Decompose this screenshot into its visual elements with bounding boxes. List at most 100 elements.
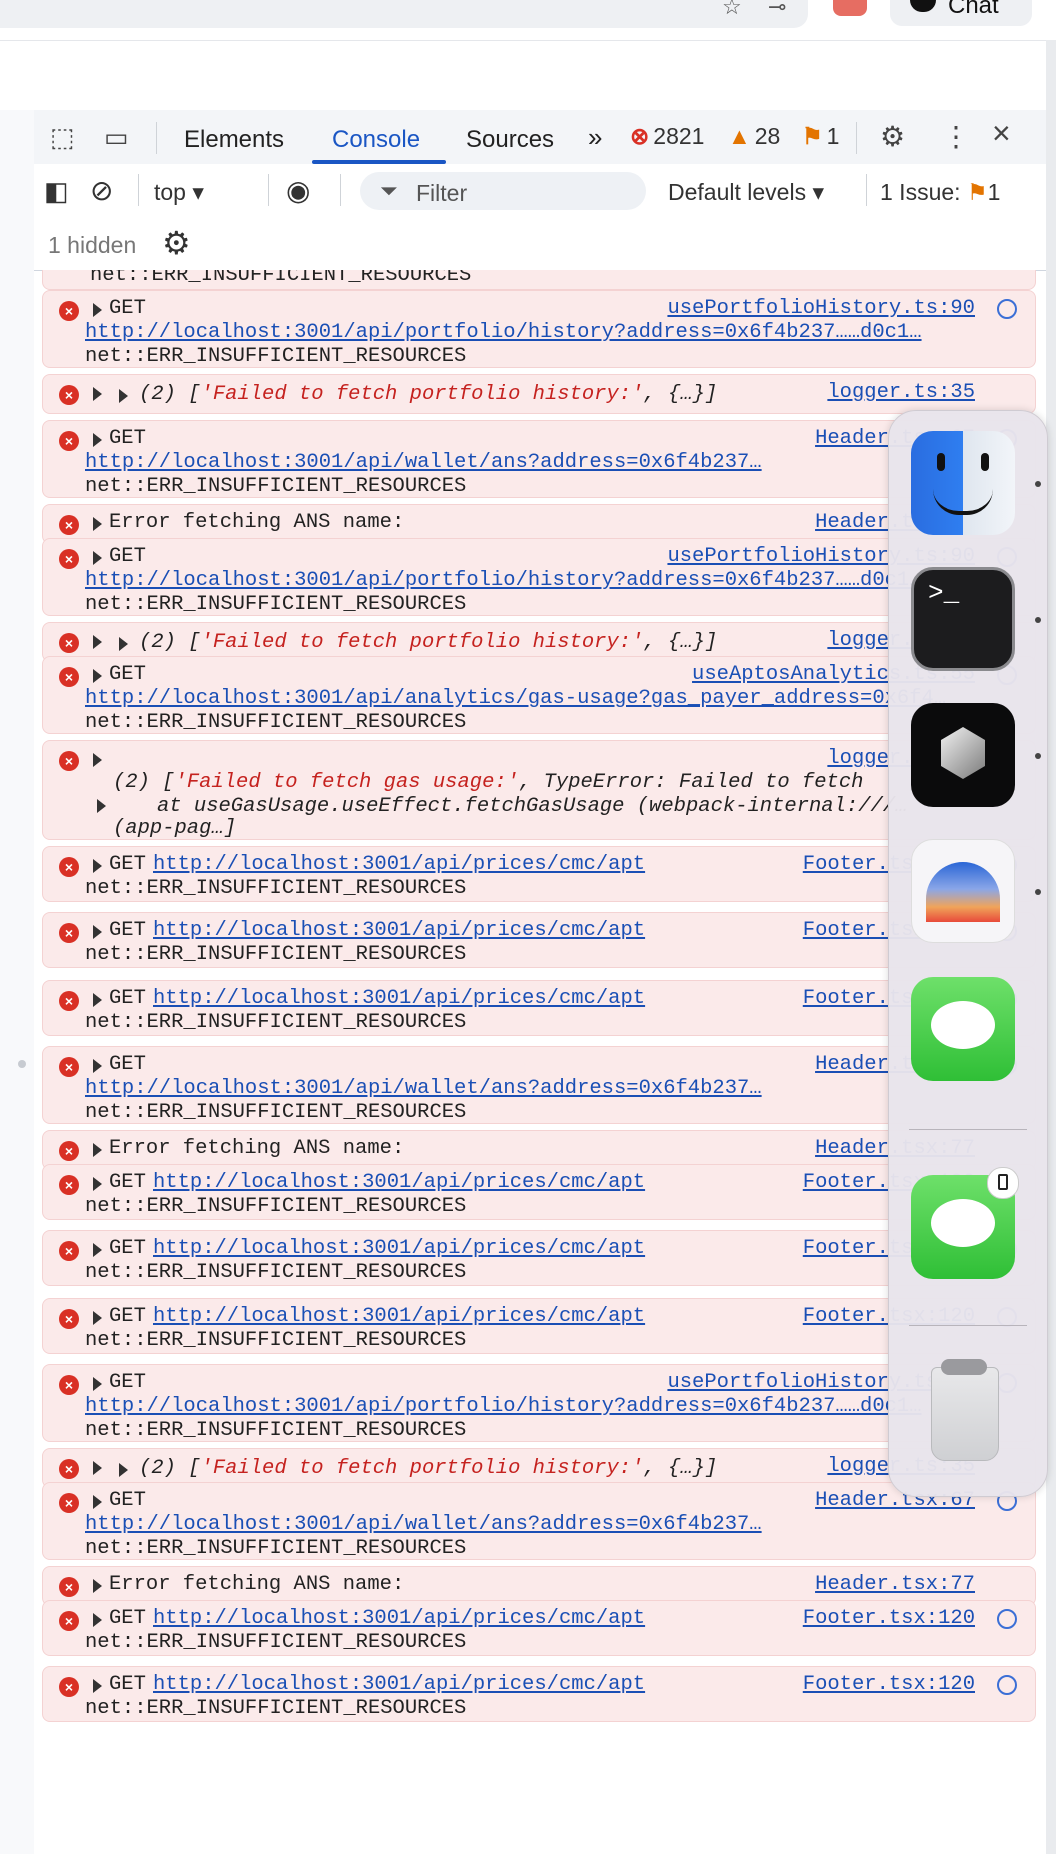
settings-gear-icon[interactable]: ⚙ (880, 123, 905, 151)
tune-icon[interactable]: ⊸ (768, 0, 786, 18)
request-url-link[interactable]: http://localhost:3001/api/prices/cmc/apt (153, 919, 645, 942)
request-url-link[interactable]: http://localhost:3001/api/prices/cmc/apt (153, 987, 645, 1010)
request-url-link[interactable]: http://localhost:3001/api/prices/cmc/apt (153, 1171, 645, 1194)
source-location-link[interactable]: usePortfolioHistory.ts:90 (667, 297, 975, 320)
request-url-link[interactable]: http://localhost:3001/api/prices/cmc/apt (153, 1237, 645, 1260)
entry-error-text: net::ERR_INSUFFICIENT_RESOURCES (85, 345, 467, 368)
error-x-icon: × (59, 385, 79, 405)
finder-icon[interactable] (911, 431, 1015, 535)
log-levels-dropdown[interactable]: Default levels ▾ (668, 179, 824, 206)
entry-message: GET (109, 1489, 146, 1512)
expand-stack-icon[interactable] (97, 798, 106, 813)
request-url-link[interactable]: http://localhost:3001/api/wallet/ans?add… (85, 1513, 762, 1536)
entry-message: GET (109, 1237, 146, 1260)
request-url-link[interactable]: http://localhost:3001/api/wallet/ans?add… (85, 451, 762, 474)
expand-arrow-icon[interactable] (93, 1310, 102, 1325)
source-location-link[interactable]: Footer.tsx:120 (803, 1673, 975, 1696)
source-location-link[interactable]: logger.ts:35 (827, 381, 975, 404)
expand-arrow-icon[interactable] (93, 752, 102, 767)
warning-count-badge[interactable]: ▲ 28 (728, 123, 780, 150)
source-location-link[interactable]: Header.tsx:77 (815, 1573, 975, 1596)
chat-button[interactable]: Chat (890, 0, 1032, 26)
expand-arrow-icon[interactable] (93, 1460, 102, 1475)
more-tabs-button[interactable]: » (588, 122, 602, 153)
network-request-icon[interactable] (997, 299, 1017, 319)
messages-icon[interactable] (911, 977, 1015, 1081)
dock-separator (909, 1129, 1027, 1130)
expand-arrow-icon[interactable] (93, 634, 102, 649)
expand-arrow-icon[interactable] (93, 302, 102, 317)
tab-sources[interactable]: Sources (466, 126, 554, 154)
error-x-icon: × (59, 1611, 79, 1631)
chat-button-label: Chat (948, 0, 999, 19)
bookmark-icon[interactable]: ☆ (722, 0, 742, 18)
expand-arrow-icon[interactable] (93, 1058, 102, 1073)
expand-arrow-icon[interactable] (93, 550, 102, 565)
request-url-link[interactable]: http://localhost:3001/api/analytics/gas-… (85, 687, 946, 710)
live-expression-eye-icon[interactable]: ◉ (286, 174, 310, 207)
error-x-icon: × (59, 1241, 79, 1261)
error-count-badge[interactable]: ⊗ 2821 (630, 123, 704, 150)
request-url-link[interactable]: http://localhost:3001/api/prices/cmc/apt (153, 1673, 645, 1696)
close-devtools-icon[interactable]: × (992, 117, 1011, 149)
context-selector[interactable]: top ▾ (154, 179, 204, 206)
tab-console[interactable]: Console (332, 126, 420, 154)
expand-arrow-icon[interactable] (93, 992, 102, 1007)
error-x-icon: × (59, 633, 79, 653)
expand-object-icon[interactable] (119, 1462, 128, 1477)
expand-arrow-icon[interactable] (93, 386, 102, 401)
entry-error-text: net::ERR_INSUFFICIENT_RESOURCES (85, 1697, 467, 1720)
entry-error-text: net::ERR_INSUFFICIENT_RESOURCES (85, 475, 467, 498)
request-url-link[interactable]: http://localhost:3001/api/prices/cmc/apt (153, 1607, 645, 1630)
clear-console-icon[interactable]: ⊘ (90, 174, 113, 207)
request-url-link[interactable]: http://localhost:3001/api/prices/cmc/apt (153, 853, 645, 876)
terminal-icon[interactable]: >_ (911, 567, 1015, 671)
expand-object-icon[interactable] (119, 636, 128, 651)
network-request-icon[interactable] (997, 1609, 1017, 1629)
expand-arrow-icon[interactable] (93, 1578, 102, 1593)
trash-icon[interactable] (911, 1355, 1015, 1461)
expand-arrow-icon[interactable] (93, 1494, 102, 1509)
device-toolbar-icon[interactable]: ▭ (104, 124, 129, 150)
messages-phone-icon[interactable] (911, 1167, 1019, 1279)
tab-elements[interactable]: Elements (184, 126, 284, 154)
error-x-icon: × (59, 549, 79, 569)
request-url-link[interactable]: http://localhost:3001/api/portfolio/hist… (85, 321, 922, 344)
request-url-link[interactable]: http://localhost:3001/api/portfolio/hist… (85, 1395, 922, 1418)
more-options-icon[interactable]: ⋮ (942, 123, 970, 151)
expand-arrow-icon[interactable] (93, 1678, 102, 1693)
page-content-strip (0, 40, 1046, 111)
issue-count-badge[interactable]: ⚑ 1 (802, 123, 839, 150)
expand-object-icon[interactable] (119, 388, 128, 403)
source-location-link[interactable]: Footer.tsx:120 (803, 1607, 975, 1630)
expand-arrow-icon[interactable] (93, 668, 102, 683)
expand-arrow-icon[interactable] (93, 1142, 102, 1157)
context-value: top (154, 179, 186, 205)
error-count: 2821 (653, 123, 705, 149)
console-settings-gear-icon[interactable]: ⚙ (162, 224, 191, 262)
console-entry: × GET http://localhost:3001/api/prices/cmc… (42, 846, 1036, 902)
expand-arrow-icon[interactable] (93, 1176, 102, 1191)
expand-arrow-icon[interactable] (93, 924, 102, 939)
error-x-icon: × (59, 1309, 79, 1329)
request-url-link[interactable]: http://localhost:3001/api/wallet/ans?add… (85, 1077, 762, 1100)
extension-icon[interactable] (833, 0, 867, 16)
expand-arrow-icon[interactable] (93, 1242, 102, 1257)
request-url-link[interactable]: http://localhost:3001/api/prices/cmc/apt (153, 1305, 645, 1328)
sidebar-toggle-icon[interactable]: ◧ (44, 176, 69, 207)
filter-input[interactable]: ⏷ Filter (360, 172, 646, 210)
cube-app-icon[interactable] (911, 703, 1015, 807)
expand-arrow-icon[interactable] (93, 858, 102, 873)
issues-link[interactable]: 1 Issue: ⚑1 (880, 179, 1000, 206)
expand-arrow-icon[interactable] (93, 1612, 102, 1627)
expand-arrow-icon[interactable] (93, 432, 102, 447)
resize-handle[interactable] (18, 1060, 26, 1068)
expand-arrow-icon[interactable] (93, 516, 102, 531)
inspect-element-icon[interactable]: ⬚ (50, 124, 75, 150)
network-request-icon[interactable] (997, 1675, 1017, 1695)
macos-dock: >_ (888, 410, 1048, 1497)
dock-separator (909, 1325, 1027, 1326)
arc-app-icon[interactable] (911, 839, 1015, 943)
request-url-link[interactable]: http://localhost:3001/api/portfolio/hist… (85, 569, 922, 592)
expand-arrow-icon[interactable] (93, 1376, 102, 1391)
